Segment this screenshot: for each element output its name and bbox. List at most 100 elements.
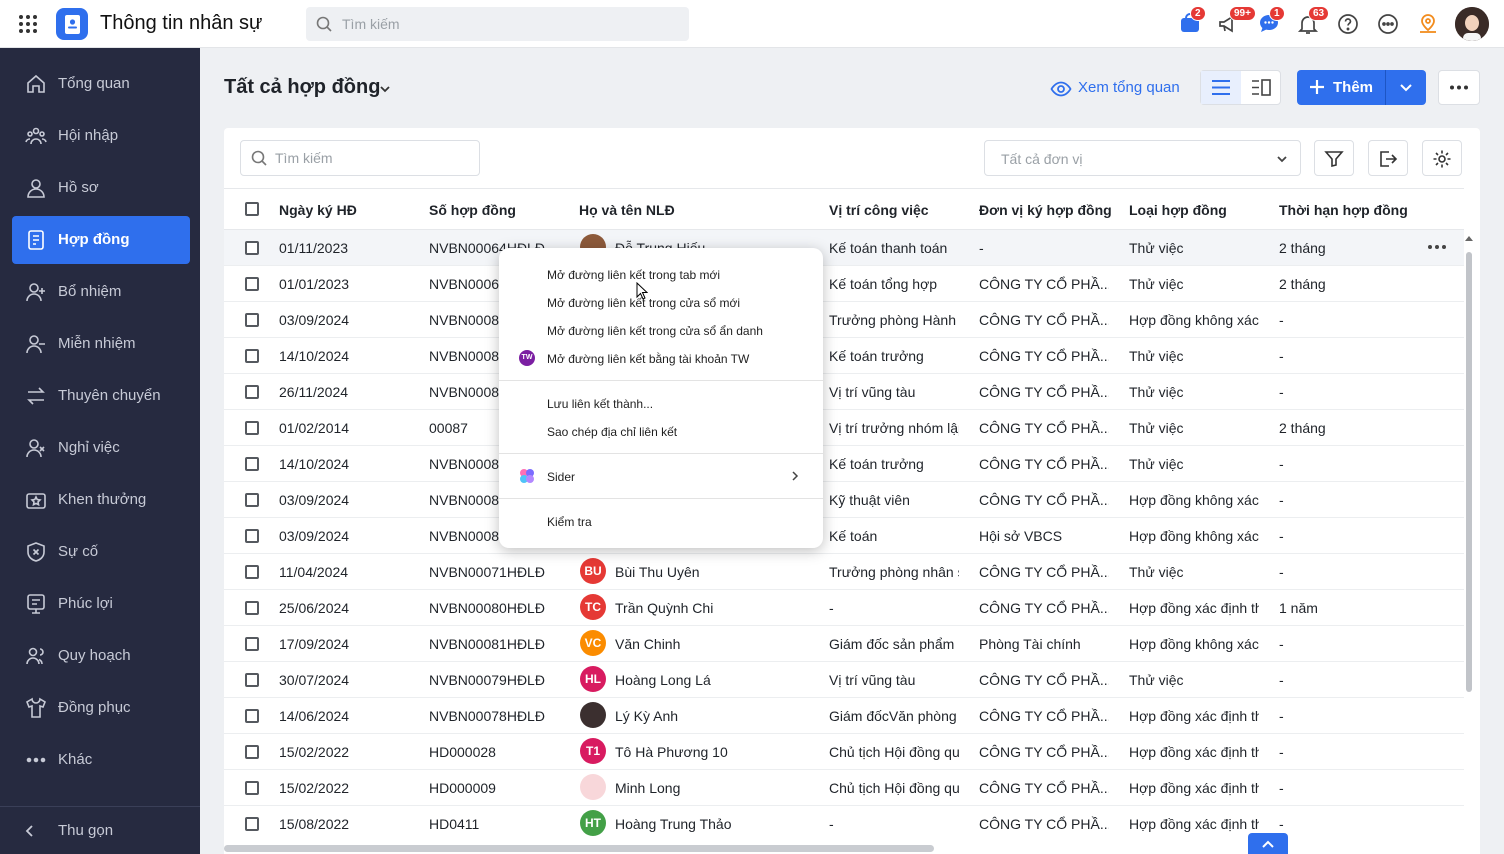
cell-name[interactable]: Hoàng Trung Thảo	[615, 816, 732, 832]
row-checkbox[interactable]	[245, 565, 259, 579]
table-row[interactable]: 15/02/2022 HD000028 T1 Tô Hà Phương 10 Chủ t…	[224, 734, 1464, 770]
menu-item-open-new-tab[interactable]: Mở đường liên kết trong tab mới	[499, 260, 823, 288]
sidebar-item[interactable]: Hội nhập	[12, 112, 190, 160]
more-icon[interactable]	[1376, 12, 1400, 36]
sidebar-item[interactable]: Nghỉ việc	[12, 424, 190, 472]
row-checkbox[interactable]	[245, 277, 259, 291]
row-checkbox[interactable]	[245, 529, 259, 543]
column-header[interactable]: Số hợp đồng	[429, 202, 516, 218]
more-options-button[interactable]	[1438, 70, 1480, 105]
column-header[interactable]: Đơn vị ký hợp đồng	[979, 202, 1112, 218]
sidebar-item[interactable]: Bổ nhiệm	[12, 268, 190, 316]
table-row[interactable]: 11/04/2024 NVBN00071HĐLĐ BU Bùi Thu Uyên Trư…	[224, 554, 1464, 590]
cell-name[interactable]: Trần Quỳnh Chi	[615, 600, 713, 616]
help-icon[interactable]	[1336, 12, 1360, 36]
apps-grid-icon[interactable]	[18, 14, 38, 34]
sidebar-item[interactable]: Phúc lợi	[12, 580, 190, 628]
cell-number[interactable]: NVBN00079HĐLĐ	[429, 672, 569, 688]
list-search-input[interactable]	[275, 141, 465, 175]
chevron-down-icon[interactable]	[378, 82, 392, 96]
select-all-checkbox[interactable]	[245, 202, 259, 216]
list-view-icon[interactable]	[1201, 71, 1241, 104]
unit-select[interactable]: Tất cả đơn vị	[984, 140, 1301, 176]
column-header[interactable]: Vị trí công việc	[829, 202, 929, 218]
user-avatar[interactable]	[1455, 7, 1489, 41]
cell-number[interactable]: NVBN00078HĐLĐ	[429, 708, 569, 724]
sidebar-item[interactable]: Hồ sơ	[12, 164, 190, 212]
page-title[interactable]: Tất cả hợp đồng	[224, 76, 380, 99]
cell-name[interactable]: Văn Chinh	[615, 636, 680, 652]
row-checkbox[interactable]	[245, 673, 259, 687]
sidebar-item[interactable]: Quy hoạch	[12, 632, 190, 680]
row-checkbox[interactable]	[245, 637, 259, 651]
cell-name[interactable]: Bùi Thu Uyên	[615, 564, 700, 580]
row-more-icon[interactable]	[1426, 236, 1448, 258]
row-checkbox[interactable]	[245, 349, 259, 363]
row-checkbox[interactable]	[245, 601, 259, 615]
split-view-icon[interactable]	[1241, 71, 1281, 104]
sidebar-item[interactable]: Tổng quan	[12, 60, 190, 108]
cell-name[interactable]: Minh Long	[615, 780, 680, 796]
table-row[interactable]: 26/11/2024 NVBN00089HĐLĐ Vị trí vũng tàu CÔ…	[224, 374, 1464, 410]
row-checkbox[interactable]	[245, 457, 259, 471]
table-row[interactable]: 14/10/2024 NVBN00085HĐLĐ Kế toán trưởng CÔN…	[224, 338, 1464, 374]
global-search[interactable]	[306, 7, 689, 41]
scroll-to-top-button[interactable]	[1248, 833, 1288, 854]
row-checkbox[interactable]	[245, 241, 259, 255]
table-row[interactable]: 03/09/2024 NVBN00088HĐLĐ Trưởng phòng Hành…	[224, 302, 1464, 338]
cell-name[interactable]: Tô Hà Phương 10	[615, 744, 728, 760]
menu-item-sider[interactable]: Sider	[499, 462, 823, 490]
add-dropdown-button[interactable]	[1385, 70, 1426, 105]
column-header[interactable]: Họ và tên NLĐ	[579, 202, 675, 218]
table-row[interactable]: 30/07/2024 NVBN00079HĐLĐ HL Hoàng Long Lá Vị…	[224, 662, 1464, 698]
menu-item-open-new-window[interactable]: Mở đường liên kết trong cửa sổ mới	[499, 288, 823, 316]
row-checkbox[interactable]	[245, 817, 259, 831]
cell-number[interactable]: NVBN00080HĐLĐ	[429, 600, 569, 616]
table-row[interactable]: 14/10/2024 NVBN00086HĐLĐ Kế toán trưởng CÔN…	[224, 446, 1464, 482]
table-row[interactable]: 01/11/2023NVBN00064HĐLĐĐỗ Trung HiếuKế t…	[224, 230, 1464, 266]
menu-item-inspect[interactable]: Kiểm tra	[499, 507, 823, 535]
cell-name[interactable]: Lý Kỳ Anh	[615, 708, 678, 724]
column-header[interactable]: Thời hạn hợp đồng	[1279, 202, 1408, 218]
menu-item-save-link[interactable]: Lưu liên kết thành...	[499, 389, 823, 417]
table-row[interactable]: 01/01/2023 NVBN00069HĐLĐ Kế toán tổng hợp C…	[224, 266, 1464, 302]
sidebar-item[interactable]: Thuyên chuyển	[12, 372, 190, 420]
menu-item-open-incognito[interactable]: Mở đường liên kết trong cửa sổ ẩn danh	[499, 316, 823, 344]
row-checkbox[interactable]	[245, 385, 259, 399]
settings-button[interactable]	[1422, 140, 1462, 176]
cell-number[interactable]: HD0411	[429, 816, 569, 832]
location-icon[interactable]	[1416, 12, 1440, 36]
cell-number[interactable]: HD000028	[429, 744, 569, 760]
sidebar-item[interactable]: Khen thưởng	[12, 476, 190, 524]
vertical-scrollbar[interactable]	[1464, 230, 1474, 836]
bell-icon[interactable]: 63	[1296, 6, 1330, 36]
cell-number[interactable]: NVBN00071HĐLĐ	[429, 564, 569, 580]
column-header[interactable]: Loại hợp đồng	[1129, 202, 1227, 218]
horizontal-scrollbar[interactable]	[224, 845, 934, 852]
row-checkbox[interactable]	[245, 313, 259, 327]
cell-number[interactable]: NVBN00081HĐLĐ	[429, 636, 569, 652]
row-checkbox[interactable]	[245, 745, 259, 759]
sidebar-item[interactable]: Đồng phục	[12, 684, 190, 732]
row-checkbox[interactable]	[245, 493, 259, 507]
scrollbar-thumb[interactable]	[1466, 252, 1472, 692]
table-row[interactable]: 03/09/2024 NVBN00084HĐLĐ Kỹ thuật viên CÔNG…	[224, 482, 1464, 518]
table-row[interactable]: 15/02/2022 HD000009 Minh Long Chủ tịch Hội …	[224, 770, 1464, 806]
filter-button[interactable]	[1314, 140, 1354, 176]
column-header[interactable]: Ngày ký HĐ	[279, 202, 357, 218]
collapse-button[interactable]: Thu gọn	[0, 806, 200, 854]
table-row[interactable]: 25/06/2024 NVBN00080HĐLĐ TC Trần Quỳnh Chi -…	[224, 590, 1464, 626]
export-button[interactable]	[1368, 140, 1408, 176]
chat-icon[interactable]: 1	[1257, 6, 1285, 36]
sidebar-item[interactable]: Khác	[12, 736, 190, 784]
sidebar-item[interactable]: Hợp đồng	[12, 216, 190, 264]
cell-number[interactable]: HD000009	[429, 780, 569, 796]
megaphone-icon[interactable]: 99+	[1217, 6, 1256, 36]
sidebar-item[interactable]: Sự cố	[12, 528, 190, 576]
row-checkbox[interactable]	[245, 421, 259, 435]
row-checkbox[interactable]	[245, 781, 259, 795]
menu-item-open-with-account[interactable]: TW Mở đường liên kết bằng tài khoản TW	[499, 344, 823, 372]
row-checkbox[interactable]	[245, 709, 259, 723]
table-row[interactable]: 14/06/2024 NVBN00078HĐLĐ Lý Kỳ Anh Giám đốc…	[224, 698, 1464, 734]
cart-icon[interactable]: 2	[1178, 6, 1206, 36]
